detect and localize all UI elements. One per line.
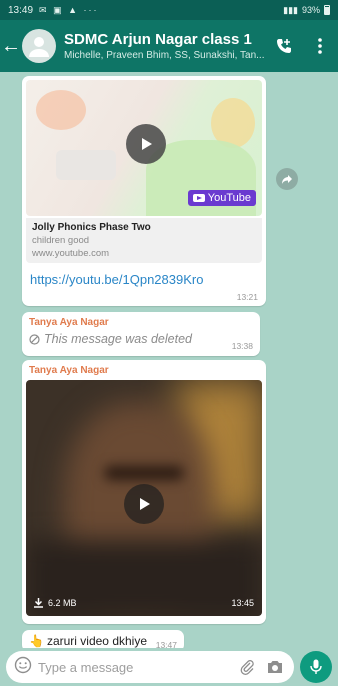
menu-button[interactable] [302, 20, 338, 72]
play-icon[interactable] [124, 484, 164, 524]
sender-name[interactable]: Tanya Aya Nagar [26, 364, 262, 380]
more-vert-icon [318, 38, 322, 54]
message-body: zaruri video dkhiye [46, 634, 148, 648]
camera-icon[interactable] [264, 656, 286, 678]
message-video[interactable]: Tanya Aya Nagar 6.2 MB 13:45 [22, 360, 266, 624]
sender-name[interactable]: Tanya Aya Nagar [29, 317, 253, 328]
message-composer [6, 651, 294, 683]
message-deleted[interactable]: Tanya Aya Nagar This message was deleted… [22, 312, 260, 356]
group-title: SDMC Arjun Nagar class 1 [64, 31, 252, 48]
status-time: 13:49 [8, 4, 34, 16]
status-right: ▮▮▮ 93% [283, 5, 330, 16]
video-thumbnail[interactable]: YouTube [26, 80, 262, 216]
mic-icon [310, 659, 322, 674]
call-add-icon [277, 39, 291, 53]
notification-icons: ✉ ▣ ▲ ··· [39, 4, 99, 15]
chat-header: ← SDMC Arjun Nagar class 1 Michelle, Pra… [0, 20, 338, 72]
preview-title: Jolly Phonics Phase Two [32, 222, 151, 233]
link-preview-box[interactable]: Jolly Phonics Phase Two children good ww… [26, 218, 262, 263]
youtube-icon [192, 194, 205, 202]
group-avatar[interactable] [22, 29, 56, 63]
video-preview[interactable]: 6.2 MB 13:45 [26, 380, 262, 616]
youtube-badge: YouTube [187, 190, 256, 206]
youtube-label: YouTube [207, 192, 251, 204]
call-button[interactable] [266, 20, 302, 72]
header-info[interactable]: SDMC Arjun Nagar class 1 Michelle, Prave… [64, 31, 266, 61]
message-time: 13:21 [236, 292, 258, 302]
download-icon [34, 598, 43, 608]
battery-percent: 93% [301, 5, 320, 15]
message-link-preview[interactable]: YouTube Jolly Phonics Phase Two children… [22, 76, 266, 306]
block-icon [29, 333, 40, 345]
group-members: Michelle, Praveen Bhim, SS, Sunakshi, Ta… [64, 50, 265, 61]
message-input[interactable] [38, 659, 230, 675]
message-time: 13:38 [231, 341, 253, 351]
input-bar [0, 648, 338, 686]
status-bar: 13:49 ✉ ▣ ▲ ··· ▮▮▮ 93% [0, 0, 338, 20]
message-time: 13:47 [155, 640, 177, 648]
play-icon[interactable] [126, 124, 166, 164]
message-link[interactable]: https://youtu.be/1Qpn2839Kro [30, 272, 258, 287]
group-icon [29, 37, 49, 57]
video-size-label: 6.2 MB [48, 598, 77, 608]
signal-icon: ▮▮▮ [283, 4, 298, 15]
message-time: 13:45 [231, 598, 254, 608]
forward-button[interactable] [276, 168, 298, 190]
chat-area[interactable]: YouTube Jolly Phonics Phase Two children… [0, 72, 338, 648]
preview-description: children good [32, 235, 90, 246]
deleted-row: This message was deleted [29, 332, 253, 346]
video-size[interactable]: 6.2 MB [34, 598, 77, 608]
attach-icon[interactable] [236, 656, 258, 678]
message-text[interactable]: 👆 zaruri video dkhiye 13:47 [22, 630, 184, 648]
back-arrow-icon[interactable]: ← [0, 20, 22, 72]
pointing-up-emoji: 👆 [29, 634, 44, 648]
preview-domain: www.youtube.com [32, 248, 110, 259]
deleted-text: This message was deleted [44, 332, 192, 346]
mic-button[interactable] [300, 651, 332, 683]
emoji-icon[interactable] [14, 656, 32, 679]
battery-icon [324, 5, 330, 15]
forward-icon [282, 175, 292, 184]
